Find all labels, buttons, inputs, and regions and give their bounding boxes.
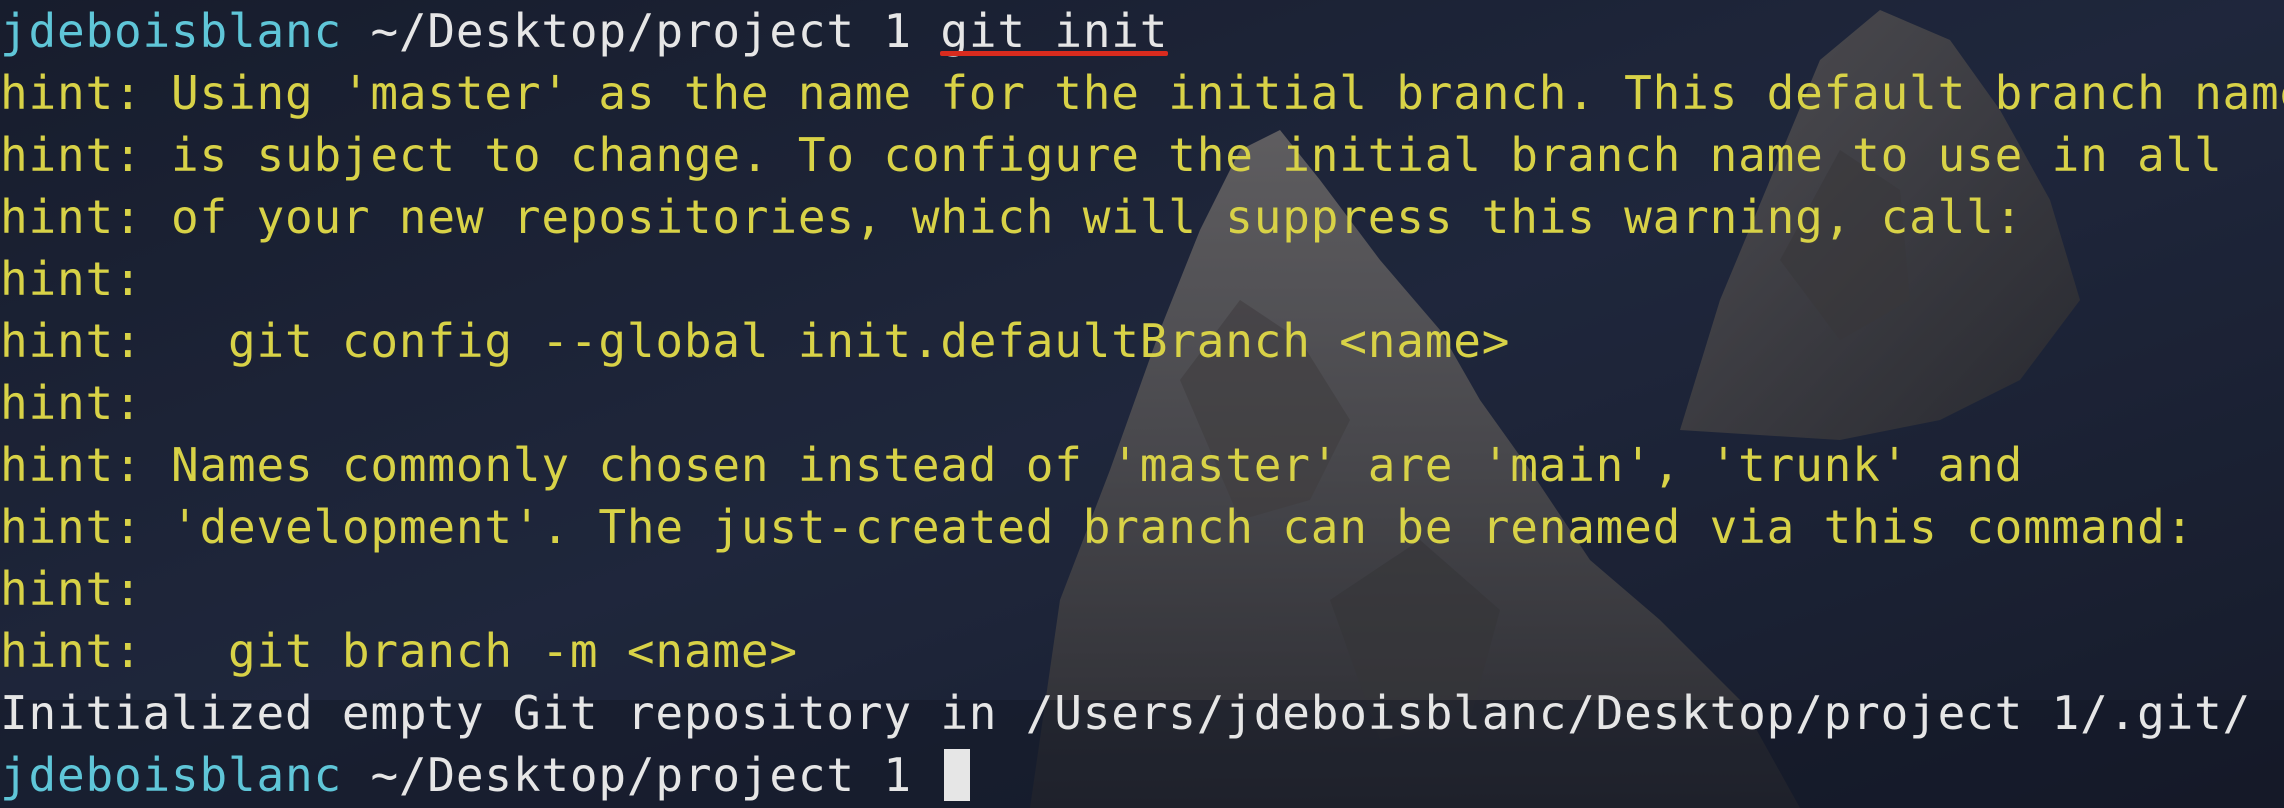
hint-line: hint: 'development'. The just-created br… xyxy=(0,500,2195,554)
hint-line: hint: Using 'master' as the name for the… xyxy=(0,66,2284,120)
hint-line: hint: xyxy=(0,562,143,616)
hint-line: hint: git branch -m <name> xyxy=(0,624,798,678)
prompt-line: jdeboisblanc ~/Desktop/project 1 git ini… xyxy=(0,0,1169,62)
prompt-user: jdeboisblanc xyxy=(0,4,342,58)
command-text: git init xyxy=(940,4,1169,58)
hint-line: hint: Names commonly chosen instead of '… xyxy=(0,438,2024,492)
hint-line: hint: is subject to change. To configure… xyxy=(0,128,2223,182)
hint-line: hint: git config --global init.defaultBr… xyxy=(0,314,1511,368)
hint-line: hint: of your new repositories, which wi… xyxy=(0,190,2024,244)
output-line: Initialized empty Git repository in /Use… xyxy=(0,686,2252,740)
command-underline xyxy=(940,51,1169,56)
prompt-line-current[interactable]: jdeboisblanc ~/Desktop/project 1 xyxy=(0,744,971,806)
text-cursor xyxy=(944,749,971,801)
hint-line: hint: xyxy=(0,376,143,430)
prompt-path: ~/Desktop/project 1 xyxy=(370,4,912,58)
terminal-window[interactable]: jdeboisblanc ~/Desktop/project 1 git ini… xyxy=(0,0,2284,808)
prompt-user: jdeboisblanc xyxy=(0,748,342,802)
prompt-path: ~/Desktop/project 1 xyxy=(370,748,912,802)
hint-line: hint: xyxy=(0,252,143,306)
